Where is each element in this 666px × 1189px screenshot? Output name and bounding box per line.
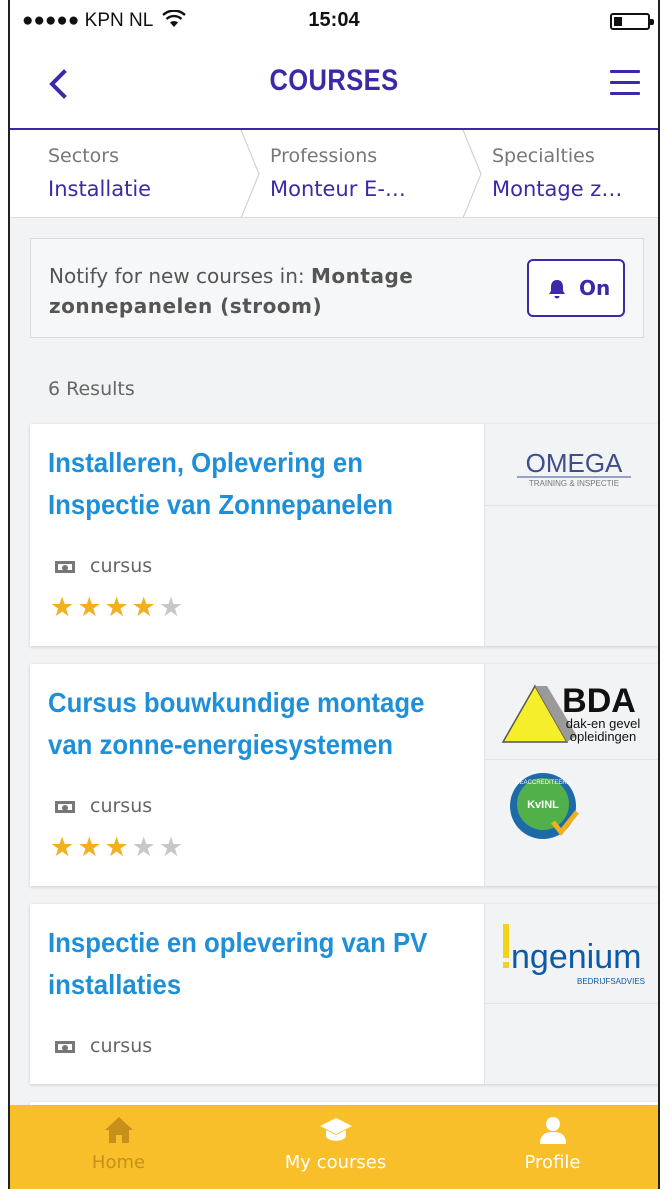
breadcrumb-label: Specialties: [492, 145, 595, 167]
star-icon: ★: [158, 832, 187, 863]
course-type-label: cursus: [90, 1035, 153, 1057]
logo-bda-text: BDA: [562, 682, 636, 720]
rating-stars: ★★★★★: [50, 592, 186, 623]
breadcrumb: Sectors Installatie Professions Monteur …: [10, 130, 658, 218]
course-title: Inspectie en oplevering van PV installat…: [48, 927, 428, 1000]
breadcrumb-separator: [240, 130, 260, 218]
course-card-body: Inspectie en oplevering van PV installat…: [30, 904, 484, 1084]
nav-bar: COURSES: [10, 40, 658, 130]
classroom-icon: [55, 1040, 75, 1053]
course-type: cursus: [54, 555, 152, 577]
star-icon: ★: [104, 832, 132, 863]
breadcrumb-sectors[interactable]: Sectors Installatie: [48, 130, 238, 218]
provider-logo-omega: OMEGA TRAINING & INSPECTIE: [485, 424, 658, 506]
tab-label: My courses: [284, 1152, 387, 1173]
logo-kvinl-tagline: GEACCREDITEERD: [515, 780, 572, 786]
star-icon: ★: [77, 832, 105, 863]
breadcrumb-value: Montage z…: [492, 177, 623, 201]
star-icon: ★: [131, 832, 159, 863]
logo-bda-tagline-2: opleidingen: [570, 729, 637, 744]
battery-icon: [610, 13, 654, 30]
course-type: cursus: [54, 795, 152, 817]
tab-profile[interactable]: Profile: [444, 1105, 658, 1189]
logo-omega-text: OMEGA: [526, 448, 623, 478]
breadcrumb-label: Professions: [270, 145, 378, 167]
breadcrumb-label: Sectors: [48, 145, 119, 167]
course-title: Cursus bouwkundige montage van zonne-ene…: [48, 687, 425, 760]
provider-column: BDA dak-en gevel opleidingen KvINL GEACC…: [484, 664, 658, 886]
hamburger-icon: [610, 70, 642, 95]
logo-kvinl-text: KvINL: [527, 799, 559, 811]
star-icon: ★: [131, 592, 159, 623]
course-title: Installeren, Oplevering en Inspectie van…: [48, 447, 393, 520]
provider-column: ngenium BEDRIJFSADVIES: [484, 904, 658, 1084]
graduation-cap-icon: [319, 1118, 352, 1141]
course-card-body: Installeren, Oplevering en Inspectie van…: [30, 424, 484, 646]
provider-logo-bda: BDA dak-en gevel opleidingen: [485, 664, 658, 760]
notify-toggle-button[interactable]: On: [527, 259, 625, 317]
logo-ingenium-tagline: BEDRIJFSADVIES: [577, 977, 645, 986]
results-count: 6 Results: [48, 378, 135, 400]
breadcrumb-professions[interactable]: Professions Monteur E-…: [270, 130, 470, 218]
app-screen: ●●●●● KPN NL 15:04 COURSES Sectors Insta…: [8, 0, 660, 1189]
tab-home[interactable]: Home: [10, 1105, 227, 1189]
status-bar: ●●●●● KPN NL 15:04: [10, 0, 658, 40]
accreditation-logo: KvINL GEACCREDITEERD: [485, 760, 658, 886]
tab-my-courses[interactable]: My courses: [227, 1105, 444, 1189]
notify-text: Notify for new courses in: Montage zonne…: [49, 261, 449, 321]
course-card[interactable]: Inspectie en oplevering van PV installat…: [30, 904, 658, 1084]
breadcrumb-separator: [462, 130, 482, 218]
course-card[interactable]: Cursus bouwkundige montage van zonne-ene…: [30, 664, 658, 886]
star-icon: ★: [50, 832, 78, 863]
notify-prefix: Notify for new courses in:: [49, 264, 311, 288]
logo-omega-tagline: TRAINING & INSPECTIE: [529, 479, 619, 488]
notify-panel: Notify for new courses in: Montage zonne…: [30, 238, 644, 338]
provider-column: OMEGA TRAINING & INSPECTIE: [484, 424, 658, 646]
course-type-label: cursus: [90, 555, 153, 577]
page-title: COURSES: [269, 64, 399, 97]
menu-button[interactable]: [610, 70, 642, 98]
provider-logo-ingenium: ngenium BEDRIJFSADVIES: [485, 904, 658, 1004]
star-icon: ★: [104, 592, 132, 623]
breadcrumb-specialties[interactable]: Specialties Montage z…: [492, 130, 658, 218]
tab-label: Profile: [524, 1152, 581, 1173]
course-type-label: cursus: [90, 795, 153, 817]
breadcrumb-value: Installatie: [48, 177, 152, 201]
star-icon: ★: [50, 592, 78, 623]
star-icon: ★: [158, 592, 187, 623]
star-icon: ★: [77, 592, 105, 623]
course-card[interactable]: Installeren, Oplevering en Inspectie van…: [30, 424, 658, 646]
breadcrumb-value: Monteur E-…: [270, 177, 406, 201]
course-type: cursus: [54, 1035, 152, 1057]
notify-toggle-label: On: [579, 276, 611, 300]
home-icon: [104, 1117, 133, 1143]
classroom-icon: [55, 800, 75, 813]
rating-stars: ★★★★★: [50, 832, 186, 863]
clock: 15:04: [308, 9, 360, 31]
classroom-icon: [55, 560, 75, 573]
bell-icon: [549, 280, 565, 299]
tab-bar: Home My courses Profile: [10, 1105, 658, 1189]
user-icon: [539, 1117, 566, 1144]
tab-label: Home: [91, 1152, 146, 1173]
logo-ingenium-text: ngenium: [511, 938, 641, 976]
course-card-body: Cursus bouwkundige montage van zonne-ene…: [30, 664, 484, 886]
